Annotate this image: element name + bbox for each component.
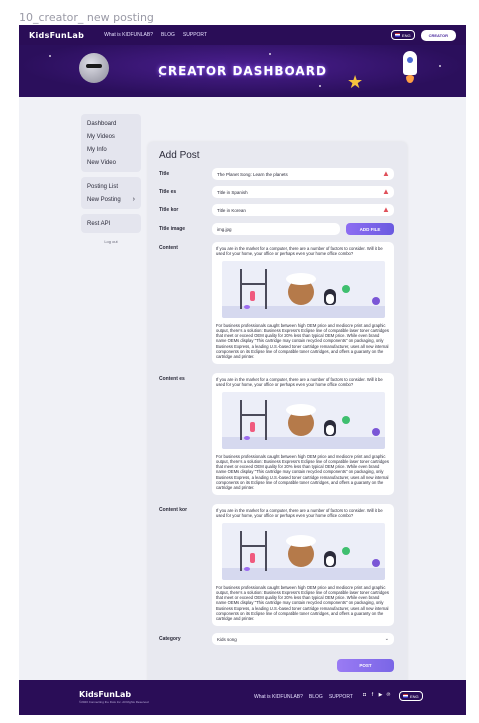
rocket-window-icon (407, 57, 413, 63)
facebook-icon[interactable]: f (370, 693, 375, 698)
star-dot-icon (49, 55, 51, 57)
chevron-right-icon: › (132, 196, 135, 203)
sidebar-item-my-videos[interactable]: My Videos (87, 130, 135, 143)
footer-logo[interactable]: KidsFunLab (79, 690, 131, 699)
sidebar-item-posting-list[interactable]: Posting List (87, 180, 135, 193)
banner-title: CREATOR DASHBOARD (158, 64, 327, 78)
content-es-label: Content es (159, 376, 185, 382)
content-paragraph: If you are in the market for a computer,… (216, 508, 383, 519)
content-paragraph: For business professionals caught betwee… (216, 322, 389, 360)
content-kor-editor[interactable]: If you are in the market for a computer,… (212, 504, 394, 626)
frame-label: 10_creator_ new posting (19, 11, 154, 24)
content-paragraph: If you are in the market for a computer,… (216, 246, 383, 257)
sidebar-item-label: Dashboard (87, 120, 117, 127)
sidebar: Dashboard My Videos My Info New Video Po… (81, 114, 141, 244)
category-select[interactable]: Kids song ⌄ (212, 633, 394, 645)
youtube-icon[interactable]: ▶ (378, 693, 383, 698)
main-nav: What is KIDFUNLAB? BLOG SUPPORT (104, 32, 207, 38)
sidebar-item-label: Posting List (87, 183, 119, 190)
page-canvas: KidsFunLab What is KIDFUNLAB? BLOG SUPPO… (19, 25, 466, 715)
site-logo[interactable]: KidsFunLab (29, 31, 84, 40)
us-flag-icon (403, 694, 408, 698)
nav-link-support[interactable]: SUPPORT (183, 32, 207, 38)
dashboard-banner: CREATOR DASHBOARD ★ (19, 45, 466, 97)
warning-icon: ▲ (382, 187, 390, 196)
title-kor-input[interactable]: Title in Korean ▲ (212, 204, 394, 216)
content-label: Content (159, 245, 178, 251)
footer-language-selector[interactable]: ENG (399, 691, 423, 701)
pinterest-icon[interactable]: ℗ (386, 693, 391, 698)
content-paragraph: For business professionals caught betwee… (216, 453, 389, 491)
title-es-label: Title es (159, 189, 177, 195)
lab-illustration-image (221, 260, 385, 318)
footer: KidsFunLab ©2020 Connecting the Dots Inc… (19, 680, 466, 715)
content-es-editor[interactable]: If you are in the market for a computer,… (212, 373, 394, 495)
sidebar-item-dashboard[interactable]: Dashboard (87, 117, 135, 130)
footer-nav: What is KIDFUNLAB? BLOG SUPPORT (254, 694, 353, 700)
category-value: Kids song (217, 636, 237, 642)
star-dot-icon (269, 53, 271, 55)
language-selector[interactable]: ENG (390, 30, 415, 40)
us-flag-icon (394, 33, 400, 37)
creator-button[interactable]: CREATOR (420, 29, 456, 41)
sidebar-item-label: New Video (87, 159, 116, 166)
sidebar-item-label: Rest API (87, 220, 111, 227)
sidebar-item-rest-api[interactable]: Rest API (87, 217, 135, 230)
page-title: Add Post (159, 150, 200, 161)
copyright-text: ©2020 Connecting the Dots Inc. All Right… (79, 700, 149, 704)
sidebar-item-my-info[interactable]: My Info (87, 143, 135, 156)
footer-link-support[interactable]: SUPPORT (329, 694, 353, 700)
title-input[interactable]: The Planet Song: Learn the planets ▲ (212, 168, 394, 180)
star-dot-icon (319, 85, 321, 87)
lab-illustration-image (221, 522, 385, 580)
add-file-button[interactable]: ADD FILE (346, 223, 394, 235)
nav-link-about[interactable]: What is KIDFUNLAB? (104, 32, 153, 38)
warning-icon: ▲ (382, 169, 390, 178)
content-paragraph: For business professionals caught betwee… (216, 584, 389, 622)
footer-link-blog[interactable]: BLOG (309, 694, 323, 700)
title-image-input[interactable]: img.jpg (212, 223, 340, 235)
lab-illustration-image (221, 391, 385, 449)
title-image-value: img.jpg (217, 226, 232, 232)
sidebar-item-new-video[interactable]: New Video (87, 156, 135, 169)
sidebar-item-label: My Videos (87, 133, 115, 140)
nav-link-blog[interactable]: BLOG (161, 32, 175, 38)
sidebar-item-label: New Posting (87, 196, 121, 203)
content-editor[interactable]: If you are in the market for a computer,… (212, 242, 394, 364)
logout-link[interactable]: Log out (81, 239, 141, 244)
social-icons: ◘ f ▶ ℗ (362, 693, 391, 698)
chevron-down-icon: ⌄ (384, 636, 389, 642)
content-paragraph: If you are in the market for a computer,… (216, 377, 383, 388)
top-nav-bar: KidsFunLab What is KIDFUNLAB? BLOG SUPPO… (19, 25, 466, 45)
sidebar-group-api: Rest API (81, 214, 141, 233)
header-actions: ENG CREATOR (390, 29, 456, 41)
title-label: Title (159, 171, 170, 177)
rocket-flame-icon (406, 75, 414, 83)
instagram-icon[interactable]: ◘ (362, 693, 367, 698)
post-button[interactable]: POST (337, 659, 394, 672)
sidebar-item-label: My Info (87, 146, 107, 153)
title-es-input-value: Title in Spanish (217, 189, 248, 195)
title-image-label: Title image (159, 226, 186, 232)
language-label: ENG (410, 693, 419, 699)
title-kor-input-value: Title in Korean (217, 207, 246, 213)
star-character-icon: ★ (347, 72, 364, 92)
sidebar-group-posting: Posting List New Posting › (81, 177, 141, 209)
warning-icon: ▲ (382, 205, 390, 214)
content-kor-label: Content kor (159, 507, 188, 513)
title-es-input[interactable]: Title in Spanish ▲ (212, 186, 394, 198)
footer-link-about[interactable]: What is KIDFUNLAB? (254, 694, 303, 700)
category-label: Category (159, 636, 181, 642)
title-kor-label: Title kor (159, 207, 179, 213)
add-post-form: Add Post Title The Planet Song: Learn th… (148, 142, 407, 686)
sidebar-item-new-posting[interactable]: New Posting › (87, 193, 135, 206)
title-input-value: The Planet Song: Learn the planets (217, 171, 288, 177)
rocket-icon (403, 51, 417, 75)
sidebar-group-main: Dashboard My Videos My Info New Video (81, 114, 141, 172)
language-label: ENG (401, 32, 411, 38)
